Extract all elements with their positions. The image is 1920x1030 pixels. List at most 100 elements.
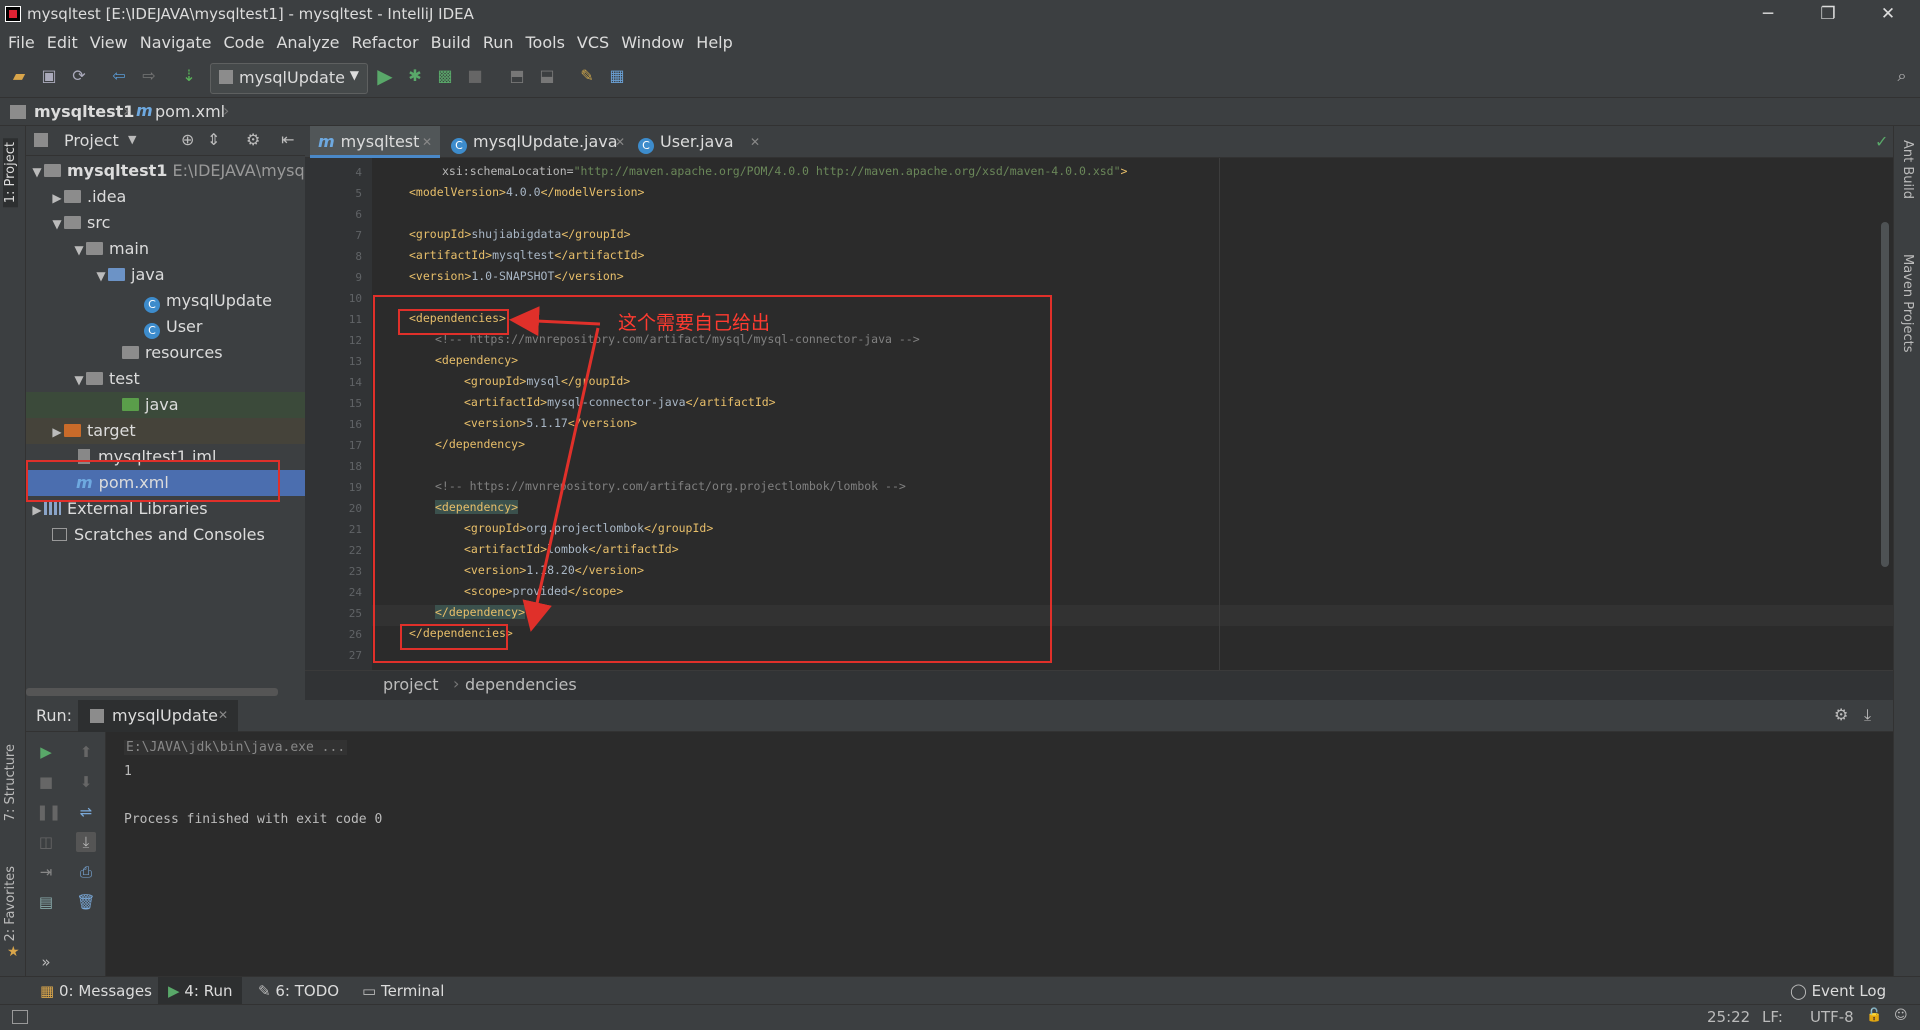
close-button[interactable]: ✕ — [1858, 0, 1918, 29]
event-log-button[interactable]: ◯ Event Log — [1780, 977, 1896, 1005]
sync-icon[interactable]: ⟳ — [70, 67, 88, 85]
tree-item-src[interactable]: ▼ src — [26, 210, 329, 236]
code-editor[interactable]: xsi:schemaLocation="http://maven.apache.… — [372, 158, 1893, 670]
more-icon[interactable]: » — [36, 952, 56, 972]
gear-icon[interactable]: ⚙ — [1834, 705, 1848, 724]
locate-icon[interactable]: ⊕ — [181, 130, 194, 149]
tab-user-java[interactable]: C User.java ✕ — [630, 126, 768, 158]
close-icon[interactable]: ✕ — [615, 126, 625, 158]
restore-button[interactable]: ❐ — [1798, 0, 1858, 29]
tree-item-mysqltest1[interactable]: ▼ mysqltest1 E:\IDEJAVA\mysqlte — [26, 158, 325, 184]
tab-mysqltest[interactable]: m mysqltest ✕ — [310, 126, 440, 158]
line-separator[interactable]: LF: — [1762, 1008, 1783, 1026]
save-icon[interactable]: ▣ — [40, 67, 58, 85]
menu-vcs[interactable]: VCS — [571, 29, 615, 57]
run-icon[interactable]: ▶ — [376, 66, 394, 86]
lock-icon[interactable]: 🔓 — [1866, 1008, 1882, 1023]
dump-threads-icon[interactable]: ◫ — [36, 832, 56, 852]
tree-item-main[interactable]: ▼ main — [26, 236, 351, 262]
chevron-down-icon[interactable]: ▼ — [128, 133, 136, 146]
menu-build[interactable]: Build — [425, 29, 477, 57]
forward-arrow-icon[interactable]: ⇨ — [140, 67, 158, 85]
tree-item-test[interactable]: ▼ test — [26, 366, 351, 392]
project-tool-tab[interactable]: 1: Project — [3, 138, 18, 208]
tool-tab-messages[interactable]: ▦ 0: Messages — [30, 977, 162, 1005]
nav-file[interactable]: pom.xml — [155, 102, 225, 121]
maven-projects-tool-tab[interactable]: Maven Projects — [1900, 254, 1915, 353]
menu-refactor[interactable]: Refactor — [346, 29, 425, 57]
line-number-gutter: 4 5 6 7 8 9 10 11 12 13 14 15 16 17 18 1… — [305, 158, 372, 670]
nav-project[interactable]: mysqltest1 — [34, 102, 134, 121]
menu-navigate[interactable]: Navigate — [134, 29, 218, 57]
menu-view[interactable]: View — [84, 29, 134, 57]
vertical-scrollbar[interactable] — [1881, 222, 1889, 567]
tool-tab-todo[interactable]: ✎ 6: TODO — [248, 977, 349, 1005]
horizontal-scrollbar[interactable] — [26, 688, 278, 696]
tab-label: mysqltest — [340, 132, 420, 151]
vcs-commit-icon[interactable]: ⬓ — [538, 67, 556, 85]
soft-wrap-icon[interactable]: ⇌ — [76, 802, 96, 822]
layout-icon[interactable]: ▤ — [36, 892, 56, 912]
inspector-icon[interactable]: ☺ — [1894, 1008, 1908, 1023]
menu-tools[interactable]: Tools — [520, 29, 571, 57]
chevron-down-icon: ▼ — [74, 373, 84, 387]
tree-item-target[interactable]: ▶ target — [26, 418, 329, 444]
scroll-to-end-icon[interactable]: ⤓ — [76, 832, 96, 852]
stop-icon[interactable]: ■ — [466, 67, 484, 85]
tool-tab-label: 6: TODO — [275, 982, 340, 1000]
collapse-all-icon[interactable]: ⇕ — [207, 130, 220, 149]
status-bar: 25:22 LF: UTF-8 🔓 ☺ — [0, 1004, 1920, 1030]
tree-item-idea[interactable]: ▶ .idea — [26, 184, 329, 210]
up-arrow-icon[interactable]: ⬆ — [76, 742, 96, 762]
tree-label: test — [109, 369, 140, 388]
breadcrumb-project[interactable]: project — [383, 675, 439, 694]
hide-panel-icon[interactable]: ⇤ — [281, 130, 294, 149]
console-output[interactable]: E:\JAVA\jdk\bin\java.exe ... 1 Process f… — [106, 732, 1893, 976]
open-folder-icon[interactable]: ▰ — [10, 67, 28, 85]
menu-edit[interactable]: Edit — [41, 29, 84, 57]
breadcrumb-dependencies[interactable]: dependencies — [465, 675, 577, 694]
project-view-icon — [34, 133, 48, 147]
tab-mysqlupdate-java[interactable]: CmysqlUpdate.java ✕ — [443, 126, 631, 158]
coverage-icon[interactable]: ▩ — [436, 67, 454, 85]
structure-tool-tab[interactable]: 7: Structure — [3, 744, 18, 821]
menu-help[interactable]: Help — [690, 29, 738, 57]
ant-build-tool-tab[interactable]: Ant Build — [1900, 140, 1915, 199]
project-view-label[interactable]: Project — [64, 131, 119, 150]
menu-window[interactable]: Window — [615, 29, 690, 57]
vcs-update-icon[interactable]: ⬒ — [508, 67, 526, 85]
file-encoding[interactable]: UTF-8 — [1810, 1008, 1854, 1026]
search-icon[interactable]: ⌕ — [1893, 67, 1911, 85]
rerun-icon[interactable]: ▶ — [36, 742, 56, 762]
menu-file[interactable]: File — [2, 29, 41, 57]
build-icon[interactable]: ⇣ — [180, 67, 198, 85]
chevron-down-icon: ▼ — [96, 269, 106, 283]
project-structure-icon[interactable]: ▦ — [608, 67, 626, 85]
pause-icon[interactable]: ❚❚ — [36, 802, 61, 822]
back-arrow-icon[interactable]: ⇦ — [110, 67, 128, 85]
close-icon[interactable]: ✕ — [218, 708, 228, 722]
menu-analyze[interactable]: Analyze — [270, 29, 345, 57]
exit-icon[interactable]: ⇥ — [36, 862, 56, 882]
favorites-tool-tab[interactable]: 2: Favorites — [3, 866, 18, 942]
print-icon[interactable]: ⎙ — [76, 862, 96, 882]
run-configuration-select[interactable]: mysqlUpdate ▼ — [210, 63, 368, 94]
gear-icon[interactable]: ⚙ — [246, 130, 260, 149]
close-icon[interactable]: ✕ — [750, 126, 760, 158]
settings-wrench-icon[interactable]: ✎ — [578, 67, 596, 85]
menu-run[interactable]: Run — [477, 29, 520, 57]
down-arrow-icon[interactable]: ⬇ — [76, 772, 96, 792]
hide-panel-icon[interactable]: ⤓ — [1864, 705, 1871, 725]
debug-icon[interactable]: ✱ — [406, 67, 424, 85]
menu-code[interactable]: Code — [218, 29, 271, 57]
stop-icon[interactable]: ■ — [36, 772, 56, 792]
run-tab-mysqlupdate[interactable]: mysqlUpdate ✕ — [78, 700, 238, 732]
caret-position[interactable]: 25:22 — [1707, 1008, 1750, 1026]
tree-item-scratches[interactable]: Scratches and Consoles — [26, 522, 331, 548]
tool-tab-run[interactable]: ▶ 4: Run — [158, 977, 243, 1005]
trash-icon[interactable]: 🗑 — [76, 892, 96, 912]
minimize-button[interactable]: ─ — [1738, 0, 1798, 29]
tool-tab-terminal[interactable]: ▭ Terminal — [352, 977, 454, 1005]
close-icon[interactable]: ✕ — [422, 126, 432, 158]
toggle-tool-windows-icon[interactable] — [12, 1010, 28, 1024]
